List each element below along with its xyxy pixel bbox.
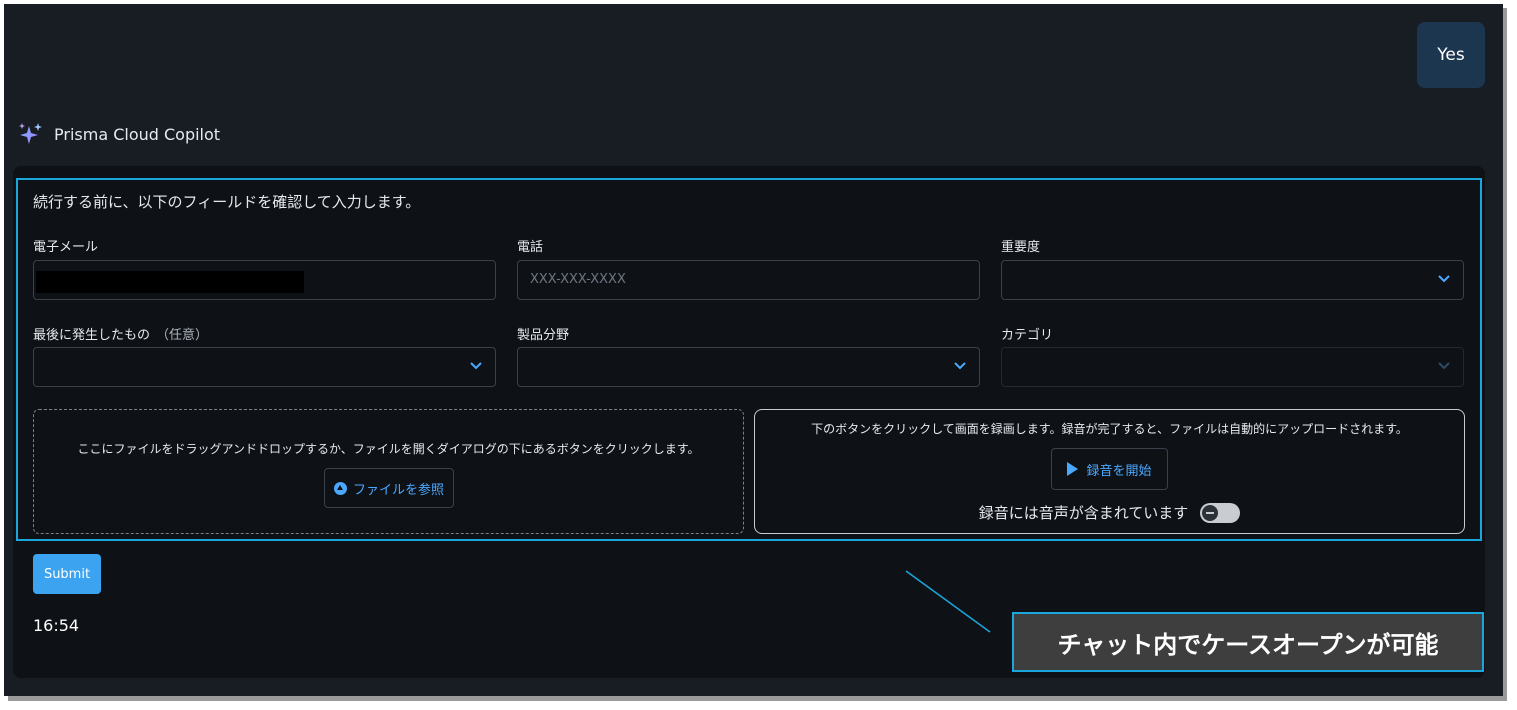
annotation-callout: チャット内でケースオープンが可能 (1012, 612, 1484, 672)
callout-pointer-line (905, 570, 991, 633)
chat-window: Yes Prisma Cloud Copilot 続行する前に、以下のフィールド… (4, 4, 1503, 696)
